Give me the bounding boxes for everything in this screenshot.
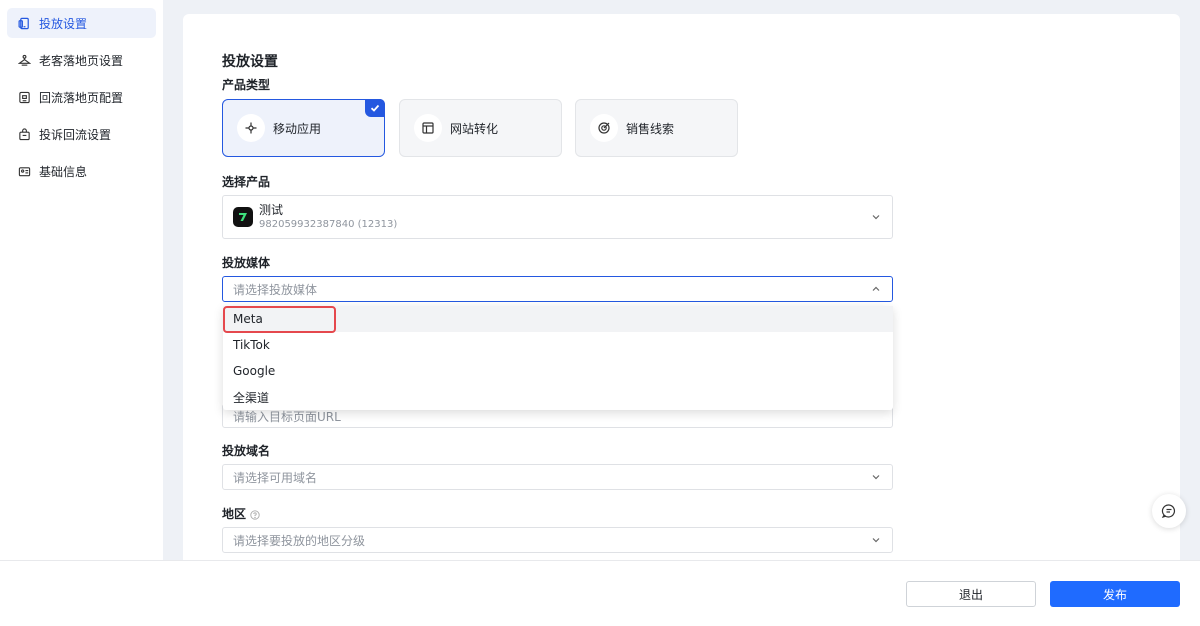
product-id: 982059932387840 (12313) <box>259 219 398 230</box>
id-card-icon <box>17 164 31 178</box>
bag-icon <box>17 127 31 141</box>
media-dropdown: Meta TikTok Google 全渠道 <box>223 306 893 410</box>
domain-label: 投放域名 <box>222 444 271 458</box>
product-type-label: 产品类型 <box>222 78 271 92</box>
product-type-website-conversion[interactable]: 网站转化 <box>399 99 562 157</box>
chat-button[interactable] <box>1152 494 1186 528</box>
product-type-label-text: 销售线索 <box>626 121 675 136</box>
chevron-down-icon <box>870 534 882 546</box>
media-option-tiktok[interactable]: TikTok <box>223 332 893 358</box>
media-placeholder: 请选择投放媒体 <box>233 282 318 297</box>
sidebar-item-returning-landing[interactable]: 老客落地页设置 <box>7 45 156 75</box>
chevron-down-icon <box>870 211 882 223</box>
device-icon <box>17 16 31 30</box>
sidebar-item-delivery-settings[interactable]: 投放设置 <box>7 8 156 38</box>
sidebar-item-complaint-backflow[interactable]: 投诉回流设置 <box>7 119 156 149</box>
domain-placeholder: 请选择可用域名 <box>233 470 318 485</box>
sidebar-item-label: 回流落地页配置 <box>39 90 124 105</box>
region-select[interactable]: 请选择要投放的地区分级 <box>222 527 893 553</box>
media-label: 投放媒体 <box>222 256 271 270</box>
sidebar-item-label: 基础信息 <box>39 164 88 179</box>
layout-icon <box>414 114 442 142</box>
sidebar-item-backflow-landing[interactable]: 回流落地页配置 <box>7 82 156 112</box>
target-icon <box>590 114 618 142</box>
chevron-down-icon <box>870 471 882 483</box>
region-label: 地区 <box>222 507 247 521</box>
product-type-mobile-app[interactable]: 移动应用 <box>222 99 385 157</box>
chevron-up-icon <box>870 283 882 295</box>
chat-icon <box>1161 503 1177 519</box>
page-icon <box>17 90 31 104</box>
sidebar: 投放设置 老客落地页设置 回流落地页配置 投诉回流设置 基础信息 <box>0 0 163 560</box>
url-placeholder: 请输入目标页面URL <box>233 409 341 424</box>
media-option-all-channels[interactable]: 全渠道 <box>223 384 893 410</box>
product-name: 测试 <box>259 203 284 217</box>
domain-select[interactable]: 请选择可用域名 <box>222 464 893 490</box>
help-icon[interactable] <box>250 509 260 520</box>
hanger-icon <box>17 53 31 67</box>
product-type-label-text: 网站转化 <box>450 121 499 136</box>
publish-button[interactable]: 发布 <box>1050 581 1180 607</box>
exit-button[interactable]: 退出 <box>906 581 1036 607</box>
media-option-google[interactable]: Google <box>223 358 893 384</box>
sidebar-item-label: 老客落地页设置 <box>39 53 124 68</box>
sidebar-item-basic-info[interactable]: 基础信息 <box>7 156 156 186</box>
media-option-meta[interactable]: Meta <box>223 306 893 332</box>
product-type-sales-leads[interactable]: 销售线索 <box>575 99 738 157</box>
sidebar-item-label: 投放设置 <box>39 16 88 31</box>
product-type-label-text: 移动应用 <box>273 121 322 136</box>
region-placeholder: 请选择要投放的地区分级 <box>233 533 366 548</box>
check-icon <box>365 99 385 117</box>
main-area: 投放设置 产品类型 移动应用 网站转化 销售线索 选择产品 测试 9820599… <box>163 0 1200 574</box>
media-select[interactable]: 请选择投放媒体 <box>222 276 893 302</box>
app-logo-icon <box>233 207 253 227</box>
joystick-icon <box>237 114 265 142</box>
select-product-label: 选择产品 <box>222 175 271 189</box>
sidebar-item-label: 投诉回流设置 <box>39 127 112 142</box>
product-select[interactable]: 测试 982059932387840 (12313) <box>222 195 893 239</box>
footer-bar: 退出 发布 <box>0 560 1200 626</box>
settings-card: 投放设置 产品类型 移动应用 网站转化 销售线索 选择产品 测试 9820599… <box>183 14 1180 574</box>
page-title: 投放设置 <box>222 54 278 70</box>
